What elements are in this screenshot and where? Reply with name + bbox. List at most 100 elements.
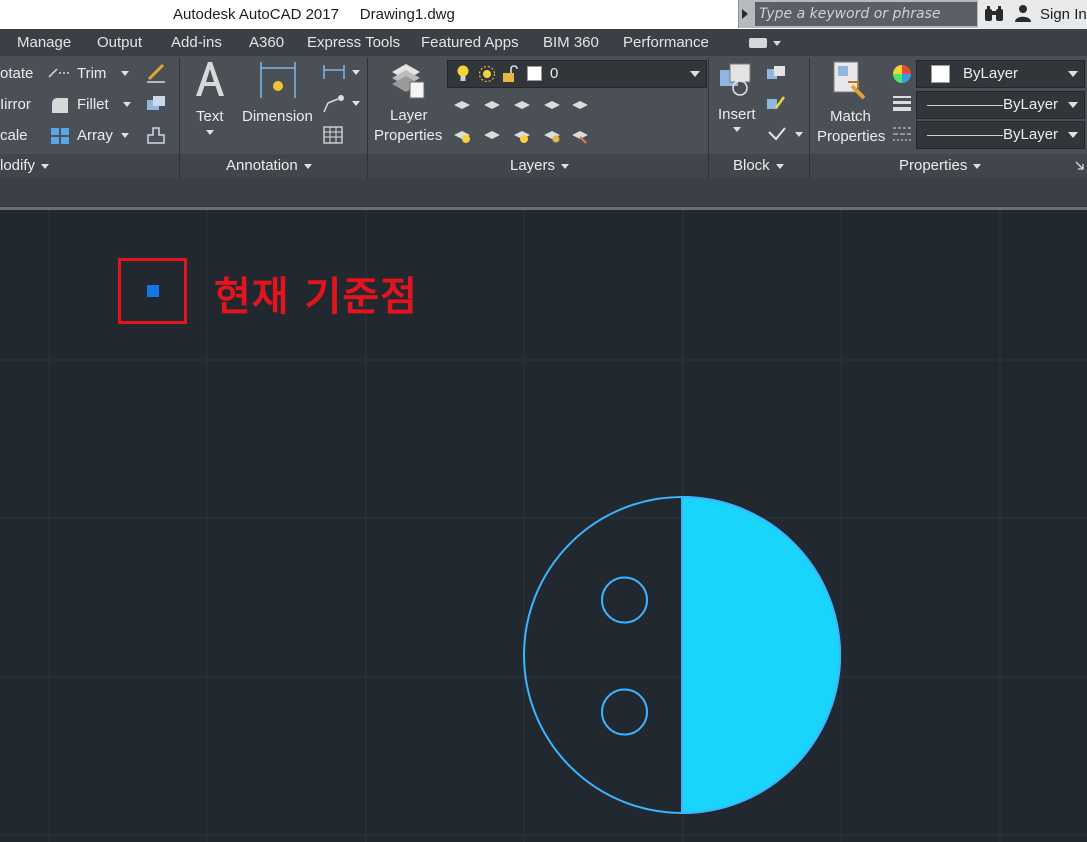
tab-performance[interactable]: Performance — [623, 34, 709, 51]
dialog-launcher-icon[interactable] — [1075, 161, 1084, 170]
layer-dropdown[interactable]: 0 — [447, 60, 707, 88]
panel-divider — [367, 58, 368, 178]
layer-properties-label-1[interactable]: Layer — [390, 107, 428, 124]
trim-button[interactable]: Trim — [77, 65, 106, 82]
properties-panel-title[interactable]: Properties — [899, 157, 982, 174]
video-camera-icon[interactable] — [749, 38, 767, 48]
base-point-annotation: 현재 기준점 — [214, 274, 418, 320]
leader-dropdown-icon[interactable] — [352, 101, 360, 106]
array-button[interactable]: Array — [77, 127, 113, 144]
linetype-value: ByLayer — [1003, 96, 1059, 113]
upper-small-circle — [601, 576, 648, 624]
edit-block-icon[interactable] — [766, 94, 786, 112]
stretch-icon[interactable] — [145, 125, 167, 145]
lineweight-icon[interactable] — [892, 95, 912, 113]
binoculars-icon[interactable] — [984, 6, 1004, 22]
panel-divider — [809, 58, 810, 178]
drawing-svg — [0, 210, 1087, 842]
panel-divider — [179, 58, 180, 178]
filled-half-circle — [681, 495, 841, 815]
panel-divider — [708, 58, 709, 178]
chevron-down-icon — [1068, 102, 1078, 108]
color-dropdown[interactable]: ByLayer — [916, 60, 1085, 88]
match-properties-label-2[interactable]: Properties — [817, 128, 885, 145]
linetype-preview — [927, 105, 1003, 106]
tab-add-ins[interactable]: Add-ins — [171, 34, 222, 51]
linetype-icon[interactable] — [892, 125, 912, 143]
tab-featured-apps[interactable]: Featured Apps — [421, 34, 519, 51]
layer-tools-row-2 — [454, 131, 588, 144]
linear-dimension-icon[interactable] — [322, 64, 346, 80]
fillet-icon[interactable] — [50, 96, 70, 114]
tab-output[interactable]: Output — [97, 34, 142, 51]
insert-button[interactable]: Insert — [718, 106, 756, 123]
tab-bim-360[interactable]: BIM 360 — [543, 34, 599, 51]
search-input[interactable] — [755, 2, 977, 26]
file-tab-bar — [0, 178, 1087, 210]
scale-button[interactable]: cale — [0, 127, 28, 144]
annotation-panel-title[interactable]: Annotation — [226, 157, 312, 174]
layer-tool-icon — [454, 101, 588, 109]
array-dropdown-icon[interactable] — [121, 133, 129, 138]
lineweight-preview — [927, 135, 1003, 136]
text-dropdown-icon[interactable] — [206, 130, 214, 135]
chevron-down-icon — [1068, 71, 1078, 77]
trim-icon[interactable] — [48, 65, 72, 81]
chevron-down-icon[interactable] — [773, 41, 781, 46]
layer-color-swatch — [527, 66, 542, 81]
layers-expand-icon[interactable] — [561, 163, 570, 169]
rotate-button[interactable]: otate — [0, 65, 33, 82]
tab-manage[interactable]: Manage — [17, 34, 71, 51]
tab-a360[interactable]: A360 — [249, 34, 284, 51]
layers-panel-title[interactable]: Layers — [510, 157, 570, 174]
fillet-button[interactable]: Fillet — [77, 96, 109, 113]
block-expand-icon[interactable] — [775, 163, 784, 169]
block-panel-title[interactable]: Block — [733, 157, 784, 174]
lineweight-dropdown[interactable]: ByLayer — [916, 121, 1085, 149]
app-title: Autodesk AutoCAD 2017 Drawing1.dwg — [173, 6, 455, 23]
block-attributes-dropdown-icon[interactable] — [795, 132, 803, 137]
leader-icon[interactable] — [322, 95, 346, 113]
lower-small-circle — [601, 688, 648, 736]
dimension-icon[interactable] — [258, 60, 298, 100]
text-icon[interactable] — [193, 60, 227, 98]
trim-dropdown-icon[interactable] — [121, 71, 129, 76]
search-area — [738, 0, 978, 28]
file-title: Drawing1.dwg — [359, 6, 455, 23]
modify-expand-icon[interactable] — [41, 163, 50, 169]
tab-express-tools[interactable]: Express Tools — [307, 34, 400, 51]
lineweight-value: ByLayer — [1003, 126, 1059, 143]
insert-block-icon[interactable] — [716, 60, 758, 100]
sign-in-link[interactable]: Sign In — [1040, 6, 1087, 23]
fillet-dropdown-icon[interactable] — [123, 102, 131, 107]
table-icon[interactable] — [323, 126, 343, 144]
layer-properties-icon[interactable] — [388, 60, 428, 100]
properties-expand-icon[interactable] — [973, 163, 982, 169]
chevron-down-icon — [1068, 132, 1078, 138]
color-wheel-icon[interactable] — [892, 64, 912, 84]
account-area: Sign In — [978, 0, 1087, 29]
layer-tools-row-1 — [454, 101, 588, 109]
match-properties-label-1[interactable]: Match — [830, 108, 871, 125]
insert-dropdown-icon[interactable] — [733, 127, 741, 132]
match-properties-icon[interactable] — [830, 60, 870, 102]
dimension-button[interactable]: Dimension — [242, 108, 313, 125]
array-icon[interactable] — [50, 127, 70, 145]
linetype-dropdown[interactable]: ByLayer — [916, 91, 1085, 119]
annotation-expand-icon[interactable] — [303, 163, 312, 169]
drawing-canvas[interactable] — [0, 210, 1087, 842]
dimension-dropdown-icon[interactable] — [352, 70, 360, 75]
grid-lines — [0, 210, 1087, 842]
user-icon[interactable] — [1014, 4, 1032, 22]
erase-icon[interactable] — [145, 63, 167, 83]
mirror-button[interactable]: Iirror — [0, 96, 31, 113]
copy-icon[interactable] — [145, 94, 167, 114]
search-expand-icon[interactable] — [742, 9, 748, 19]
sun-icon — [479, 66, 495, 82]
layer-properties-label-2[interactable]: Properties — [374, 127, 442, 144]
current-layer-name: 0 — [550, 65, 559, 82]
block-attributes-icon[interactable] — [766, 124, 788, 144]
text-button[interactable]: Text — [196, 108, 224, 125]
create-block-icon[interactable] — [766, 64, 786, 82]
modify-panel-title[interactable]: lodify — [0, 157, 50, 174]
